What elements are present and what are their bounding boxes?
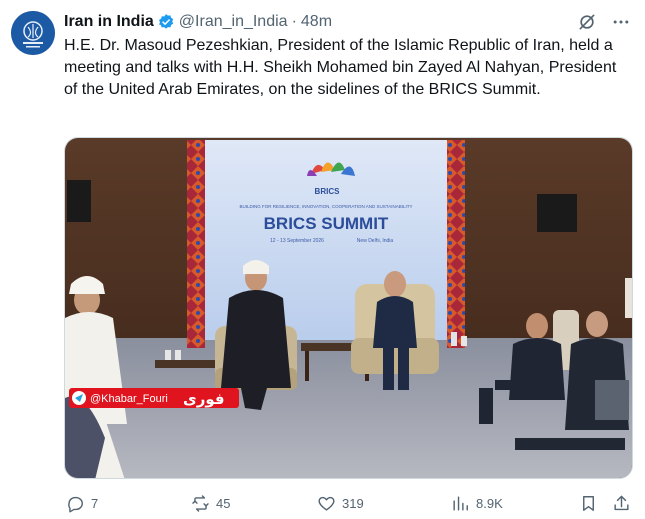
separator-dot: · [291, 13, 297, 30]
watermark: @Khabar_Fouri فوری [69, 388, 239, 408]
like-count: 319 [342, 495, 364, 511]
svg-text:12 - 13 September 2026: 12 - 13 September 2026 [270, 238, 324, 244]
verified-badge-icon [158, 14, 173, 29]
tweet-header: Iran in India @Iran_in_India · 48m [64, 10, 631, 34]
views-bar-chart-icon [453, 495, 468, 511]
svg-text:@Khabar_Fouri: @Khabar_Fouri [90, 393, 168, 405]
tweet-actions: 7 45 319 8.9K [64, 490, 633, 516]
heart-icon [318, 496, 335, 511]
more-options-button[interactable] [611, 12, 631, 32]
avatar[interactable] [11, 11, 55, 55]
bookmark-button[interactable] [579, 494, 598, 513]
views-button[interactable]: 8.9K [451, 494, 503, 513]
share-icon [614, 495, 629, 510]
author-handle[interactable]: @Iran_in_India [179, 13, 288, 31]
author-name[interactable]: Iran in India [64, 13, 154, 31]
share-button[interactable] [612, 494, 631, 513]
svg-text:BUILDING FOR RESILIENCE, INNOV: BUILDING FOR RESILIENCE, INNOVATION, COO… [240, 204, 413, 209]
reply-button[interactable]: 7 [66, 494, 98, 513]
reply-count: 7 [91, 495, 99, 511]
svg-text:BRICS SUMMIT: BRICS SUMMIT [264, 214, 389, 233]
grok-icon [579, 14, 595, 30]
bookmark-icon [583, 495, 594, 511]
svg-text:BRICS: BRICS [315, 187, 341, 196]
reply-icon [68, 496, 83, 513]
repost-icon [192, 494, 209, 512]
embassy-emblem-icon [11, 11, 55, 55]
tweet-text: H.E. Dr. Masoud Pezeshkian, President of… [64, 37, 617, 98]
grok-button[interactable] [577, 12, 597, 32]
svg-text:فوری: فوری [183, 390, 225, 408]
tweet-photo[interactable]: BRICS BUILDING FOR RESILIENCE, INNOVATIO… [64, 137, 633, 479]
timestamp[interactable]: 48m [301, 13, 332, 31]
photo-meeting-scene: BRICS BUILDING FOR RESILIENCE, INNOVATIO… [65, 138, 632, 478]
more-horizontal-icon [613, 20, 629, 24]
like-button[interactable]: 319 [317, 494, 364, 513]
repost-count: 45 [216, 495, 231, 511]
repost-button[interactable]: 45 [191, 494, 230, 513]
views-count: 8.9K [476, 495, 503, 511]
svg-text:New Delhi, India: New Delhi, India [357, 238, 394, 244]
